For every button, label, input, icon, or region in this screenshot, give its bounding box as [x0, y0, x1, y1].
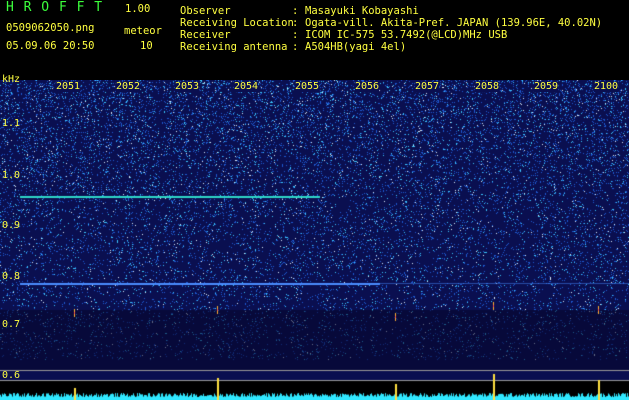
- time-tick-label: 2056: [355, 81, 380, 92]
- spectrogram-canvas: [0, 80, 629, 400]
- time-tick-label: 2059: [534, 81, 559, 92]
- y-tick-label: 0.8: [2, 271, 21, 282]
- image-filename: 0509062050.png: [6, 22, 95, 34]
- y-axis-label: kHz: [2, 74, 21, 85]
- info-colon-3: :: [292, 41, 299, 53]
- y-tick-label: 1.0: [2, 170, 21, 181]
- time-tick-label: 2055: [295, 81, 320, 92]
- y-tick-label: 0.6: [2, 370, 21, 381]
- y-tick-label: 0.9: [2, 220, 21, 231]
- time-tick-label: 2057: [415, 81, 440, 92]
- time-tick-label: 2058: [475, 81, 500, 92]
- time-tick-label: 2100: [594, 81, 619, 92]
- time-tick-label: 2053: [175, 81, 200, 92]
- time-tick-label: 2052: [116, 81, 141, 92]
- meteor-count: 10: [140, 40, 153, 52]
- mode-label: meteor: [124, 25, 162, 37]
- time-tick-label: 2051: [56, 81, 81, 92]
- app-title: H R O F F T: [6, 0, 104, 15]
- time-tick-label: 2054: [234, 81, 259, 92]
- observation-datetime: 05.09.06 20:50: [6, 40, 95, 52]
- app-version: 1.00: [125, 3, 151, 15]
- info-value-antenna: A504HB(yagi 4el): [305, 41, 407, 53]
- y-tick-label: 0.7: [2, 319, 21, 330]
- y-tick-label: 1.1: [2, 118, 21, 129]
- info-label-antenna: Receiving antenna: [180, 41, 288, 53]
